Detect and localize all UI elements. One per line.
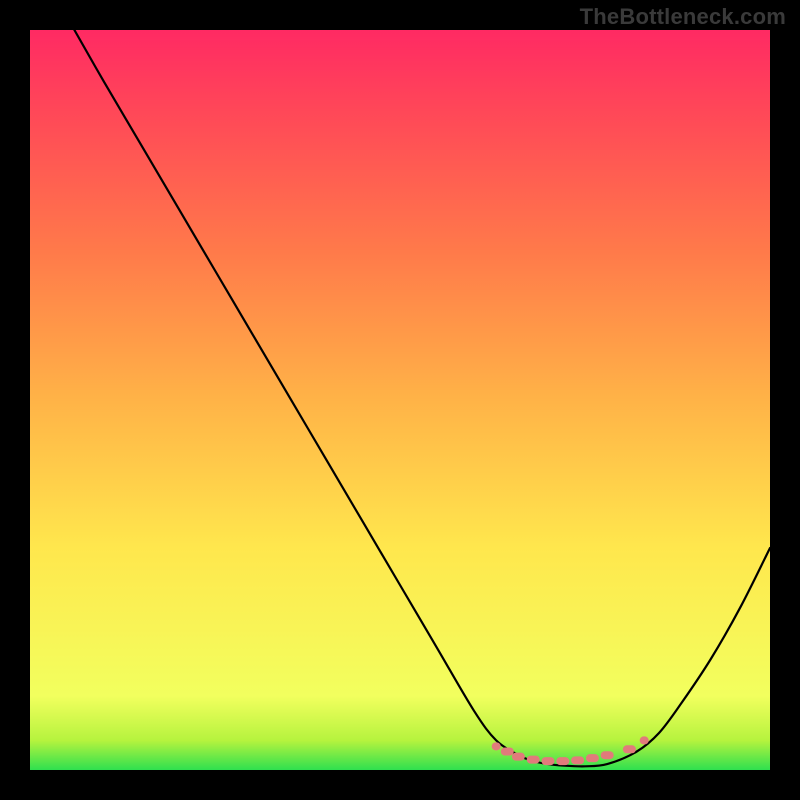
marker-dot — [527, 756, 540, 764]
marker-dot — [512, 753, 525, 761]
chart-container: TheBottleneck.com — [0, 0, 800, 800]
marker-dot — [571, 756, 584, 764]
marker-dot — [623, 745, 636, 753]
marker-dot — [542, 757, 555, 765]
curve-line — [74, 30, 770, 766]
marker-dot — [640, 736, 649, 744]
chart-svg — [30, 30, 770, 770]
marker-dot — [601, 751, 614, 759]
plot-area — [30, 30, 770, 770]
marker-dot — [586, 754, 599, 762]
attribution-label: TheBottleneck.com — [580, 4, 786, 30]
marker-dot — [501, 748, 514, 756]
optimal-range-markers — [492, 736, 649, 765]
marker-dot — [556, 757, 569, 765]
marker-dot — [492, 742, 501, 750]
